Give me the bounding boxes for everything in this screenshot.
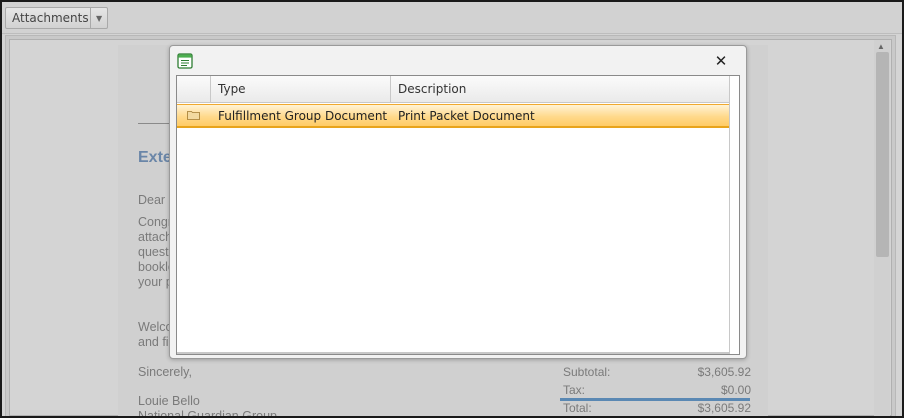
chevron-down-icon[interactable]: ▼ bbox=[90, 8, 107, 28]
subtotal-value: $3,605.92 bbox=[697, 365, 751, 379]
total-row: Total: $3,605.92 bbox=[563, 401, 751, 415]
folder-icon bbox=[177, 109, 211, 123]
subtotal-row: Subtotal: $3,605.92 bbox=[563, 365, 751, 379]
attachments-dropdown[interactable]: Attachments ▼ bbox=[5, 7, 108, 29]
paragraph-line: and fi bbox=[138, 335, 169, 349]
tax-label: Tax: bbox=[563, 383, 586, 397]
greeting-text: Dear I bbox=[138, 193, 173, 207]
attachments-label: Attachments bbox=[12, 11, 89, 25]
attachments-grid: Type Description Fulfillment Group Docum… bbox=[176, 75, 740, 355]
scroll-up-icon[interactable]: ▲ bbox=[877, 42, 885, 51]
column-header-icon bbox=[177, 76, 211, 103]
grid-scroll-gutter bbox=[729, 76, 739, 354]
grid-header: Type Description bbox=[177, 76, 729, 103]
close-icon[interactable]: ✕ bbox=[713, 53, 729, 69]
scrollbar-thumb[interactable] bbox=[876, 52, 889, 257]
total-label: Total: bbox=[563, 401, 592, 415]
document-list-icon bbox=[177, 53, 193, 69]
paragraph-2: Welco and fi bbox=[138, 320, 173, 350]
attachments-dialog: ✕ Type Description Fulfillment Group Doc… bbox=[169, 45, 747, 359]
app-window: Attachments ▼ Exte Dear I Congr attach q… bbox=[0, 0, 904, 418]
toolbar: Attachments ▼ bbox=[2, 2, 902, 34]
grid-footer-rule bbox=[177, 352, 729, 354]
signer-org: National Guardian Group bbox=[138, 409, 277, 418]
column-header-type[interactable]: Type bbox=[211, 76, 391, 103]
document-heading: Exte bbox=[138, 149, 172, 166]
closing-text: Sincerely, bbox=[138, 365, 192, 379]
total-value: $3,605.92 bbox=[697, 401, 751, 415]
column-header-description[interactable]: Description bbox=[391, 76, 729, 103]
signer-name: Louie Bello bbox=[138, 394, 200, 408]
subtotal-label: Subtotal: bbox=[563, 365, 611, 379]
table-row[interactable]: Fulfillment Group Document Print Packet … bbox=[177, 104, 729, 128]
row-type: Fulfillment Group Document bbox=[218, 108, 388, 123]
paragraph-line: Welco bbox=[138, 320, 173, 334]
tax-value: $0.00 bbox=[720, 383, 751, 397]
row-description: Print Packet Document bbox=[398, 108, 535, 123]
tax-row: Tax: $0.00 bbox=[563, 383, 751, 397]
